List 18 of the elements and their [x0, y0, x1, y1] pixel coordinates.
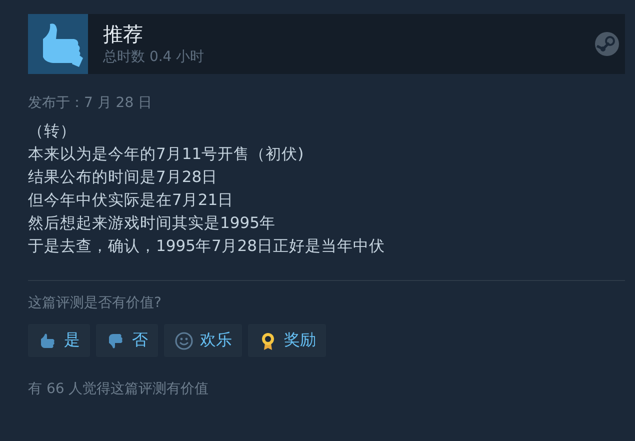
review-text-line: 然后想起来游戏时间其实是1995年 [28, 213, 276, 234]
verdict-title: 推荐 [103, 22, 144, 46]
smiley-icon [174, 330, 194, 350]
funny-button[interactable]: 欢乐 [164, 324, 242, 357]
helpful-question: 这篇评测是否有价值? [28, 294, 162, 312]
award-button[interactable]: 奖励 [248, 324, 326, 357]
review-text-line: 本来以为是今年的7月11号开售（初伏) [28, 144, 305, 165]
review-text-line: 但今年中伏实际是在7月21日 [28, 190, 235, 211]
no-button[interactable]: 否 [96, 324, 158, 357]
review-text-line: 结果公布的时间是7月28日 [28, 167, 219, 188]
steam-logo-icon [595, 32, 619, 56]
review-text-line: 于是去查，确认，1995年7月28日正好是当年中伏 [28, 236, 386, 257]
thumbs-up-icon [28, 14, 88, 74]
helpful-count-text: 有 66 人觉得这篇评测有价值 [28, 380, 210, 398]
yes-button[interactable]: 是 [28, 324, 90, 357]
posted-date: 发布于：7 月 28 日 [28, 94, 154, 112]
review-text-line: （转） [28, 121, 77, 142]
playtime-text: 总时数 0.4 小时 [103, 48, 206, 66]
